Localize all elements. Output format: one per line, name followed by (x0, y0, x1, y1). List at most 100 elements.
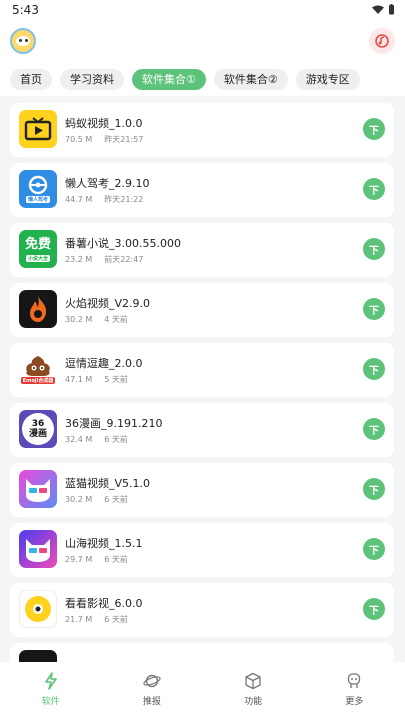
flame-icon (19, 290, 57, 328)
app-icon-text: 36 漫画 (28, 419, 47, 439)
battery-icon (389, 4, 394, 15)
app-size: 30.2 M (65, 495, 93, 504)
eye-icon (19, 590, 57, 628)
status-time: 5:43 (12, 3, 39, 17)
cat-icon (19, 530, 57, 568)
app-name: 火焰视频_V2.9.0 (65, 297, 151, 310)
app-time: 昨天21:22 (104, 195, 144, 204)
tab-study-materials[interactable]: 学习资料 (60, 68, 124, 90)
app-size: 21.7 M (65, 615, 93, 624)
nav-functions[interactable]: 功能 (203, 662, 304, 721)
app-size: 30.2 M (65, 315, 93, 324)
list-item[interactable]: 免费 小说大全 番薯小说_3.00.55.000 23.2 M 前天22:47 下 (10, 223, 394, 277)
avatar-eye-left (19, 39, 22, 42)
app-list[interactable]: 蚂蚁视频_1.0.0 70.5 M 昨天21:57 下 懒人驾考 懒人驾考_2.9… (10, 103, 394, 662)
download-button[interactable]: 下 (363, 478, 385, 500)
list-item[interactable]: 蚂蚁视频_1.0.0 70.5 M 昨天21:57 下 (10, 103, 394, 157)
nav-label: 推报 (142, 697, 161, 707)
app-meta: 30.2 M 6 天前 (65, 494, 128, 505)
app-name: 懒人驾考_2.9.10 (65, 177, 150, 190)
top-bar (0, 22, 405, 62)
list-item[interactable]: 懒人驾考 懒人驾考_2.9.10 44.7 M 昨天21:22 下 (10, 163, 394, 217)
list-item[interactable]: 看看影视_6.0.0 21.7 M 6 天前 下 (10, 583, 394, 637)
app-meta: 21.7 M 6 天前 (65, 614, 128, 625)
tab-games[interactable]: 游戏专区 (295, 68, 360, 90)
app-time: 6 天前 (104, 495, 128, 504)
app-icon-partial (19, 650, 57, 662)
app-size: 29.7 M (65, 555, 93, 564)
app-icon-badge: 懒人驾考 (25, 196, 50, 203)
app-name: 番薯小说_3.00.55.000 (65, 237, 181, 250)
nav-label: 更多 (345, 697, 364, 707)
free-icon: 免费 小说大全 (19, 230, 57, 268)
app-size: 32.4 M (65, 435, 93, 444)
app-name: 逗情逗趣_2.0.0 (65, 357, 143, 370)
download-button[interactable]: 下 (363, 178, 385, 200)
app-size: 23.2 M (65, 255, 93, 264)
app-icon-badge: 小说大全 (25, 254, 50, 262)
cat-icon (19, 470, 57, 508)
avatar-eye-right (25, 39, 28, 42)
nav-more[interactable]: 更多 (304, 662, 405, 721)
list-item[interactable]: Emoji合成器 逗情逗趣_2.0.0 47.1 M 5 天前 下 (10, 343, 394, 397)
app-meta: 23.2 M 前天22:47 (65, 254, 143, 265)
app-icon-text: 免费 (24, 236, 51, 252)
music-button[interactable] (369, 28, 395, 54)
list-item[interactable]: 蓝猫视频_V5.1.0 30.2 M 6 天前 下 (10, 463, 394, 517)
app-meta: 29.7 M 6 天前 (65, 554, 128, 565)
tab-software-collection-1[interactable]: 软件集合① (132, 68, 206, 90)
status-bar: 5:43 (0, 0, 405, 22)
status-icons (372, 4, 395, 15)
cube-icon (245, 672, 261, 690)
nav-report[interactable]: 推报 (101, 662, 202, 721)
app-name: 蚂蚁视频_1.0.0 (65, 117, 143, 130)
bottom-navigation: 软件 推报 功能 更多 (0, 662, 405, 721)
tab-home[interactable]: 首页 (10, 68, 52, 90)
robot-icon (348, 673, 361, 688)
lightning-icon (44, 672, 57, 690)
comic-icon-badge: 36 漫画 (22, 413, 54, 445)
app-time: 前天22:47 (104, 255, 144, 264)
avatar[interactable] (10, 28, 36, 54)
list-item[interactable]: 火焰视频_V2.9.0 30.2 M 4 天前 下 (10, 283, 394, 337)
app-name: 看看影视_6.0.0 (65, 597, 143, 610)
tab-software-collection-2[interactable]: 软件集合② (213, 68, 288, 90)
planet-icon (143, 674, 161, 688)
wifi-icon (372, 5, 384, 14)
app-name: 36漫画_9.191.210 (65, 417, 163, 430)
list-item[interactable]: 山海视频_1.5.1 29.7 M 6 天前 下 (10, 523, 394, 577)
download-button[interactable]: 下 (363, 418, 385, 440)
download-button[interactable]: 下 (363, 358, 385, 380)
app-time: 5 天前 (104, 375, 128, 384)
app-meta: 70.5 M 昨天21:57 (65, 134, 143, 145)
comic-icon: 36 漫画 (19, 410, 57, 448)
steering-wheel-icon: 懒人驾考 (19, 170, 57, 208)
app-time: 6 天前 (104, 555, 128, 564)
list-item[interactable]: 36 漫画 36漫画_9.191.210 32.4 M 6 天前 下 (10, 403, 394, 457)
music-note-icon (375, 34, 389, 48)
emoji-icon: Emoji合成器 (19, 350, 57, 388)
category-tabs: 首页 学习资料 软件集合① 软件集合② 游戏专区 (0, 62, 405, 96)
list-item-partial[interactable] (10, 643, 394, 662)
app-time: 6 天前 (104, 615, 128, 624)
download-button[interactable]: 下 (363, 598, 385, 620)
app-size: 44.7 M (65, 195, 93, 204)
download-button[interactable]: 下 (363, 238, 385, 260)
app-name: 山海视频_1.5.1 (65, 537, 143, 550)
download-button[interactable]: 下 (363, 538, 385, 560)
nav-label: 功能 (244, 697, 263, 707)
app-meta: 30.2 M 4 天前 (65, 314, 128, 325)
app-size: 70.5 M (65, 135, 93, 144)
nav-label: 软件 (41, 697, 60, 707)
app-size: 47.1 M (65, 375, 93, 384)
download-button[interactable]: 下 (363, 298, 385, 320)
app-meta: 47.1 M 5 天前 (65, 374, 128, 385)
download-button[interactable]: 下 (363, 118, 385, 140)
app-name: 蓝猫视频_V5.1.0 (65, 477, 151, 490)
app-icon-badge: Emoji合成器 (20, 376, 56, 384)
nav-software[interactable]: 软件 (0, 662, 101, 721)
tv-icon (19, 110, 57, 148)
app-meta: 44.7 M 昨天21:22 (65, 194, 143, 205)
app-time: 4 天前 (104, 315, 128, 324)
app-meta: 32.4 M 6 天前 (65, 434, 128, 445)
